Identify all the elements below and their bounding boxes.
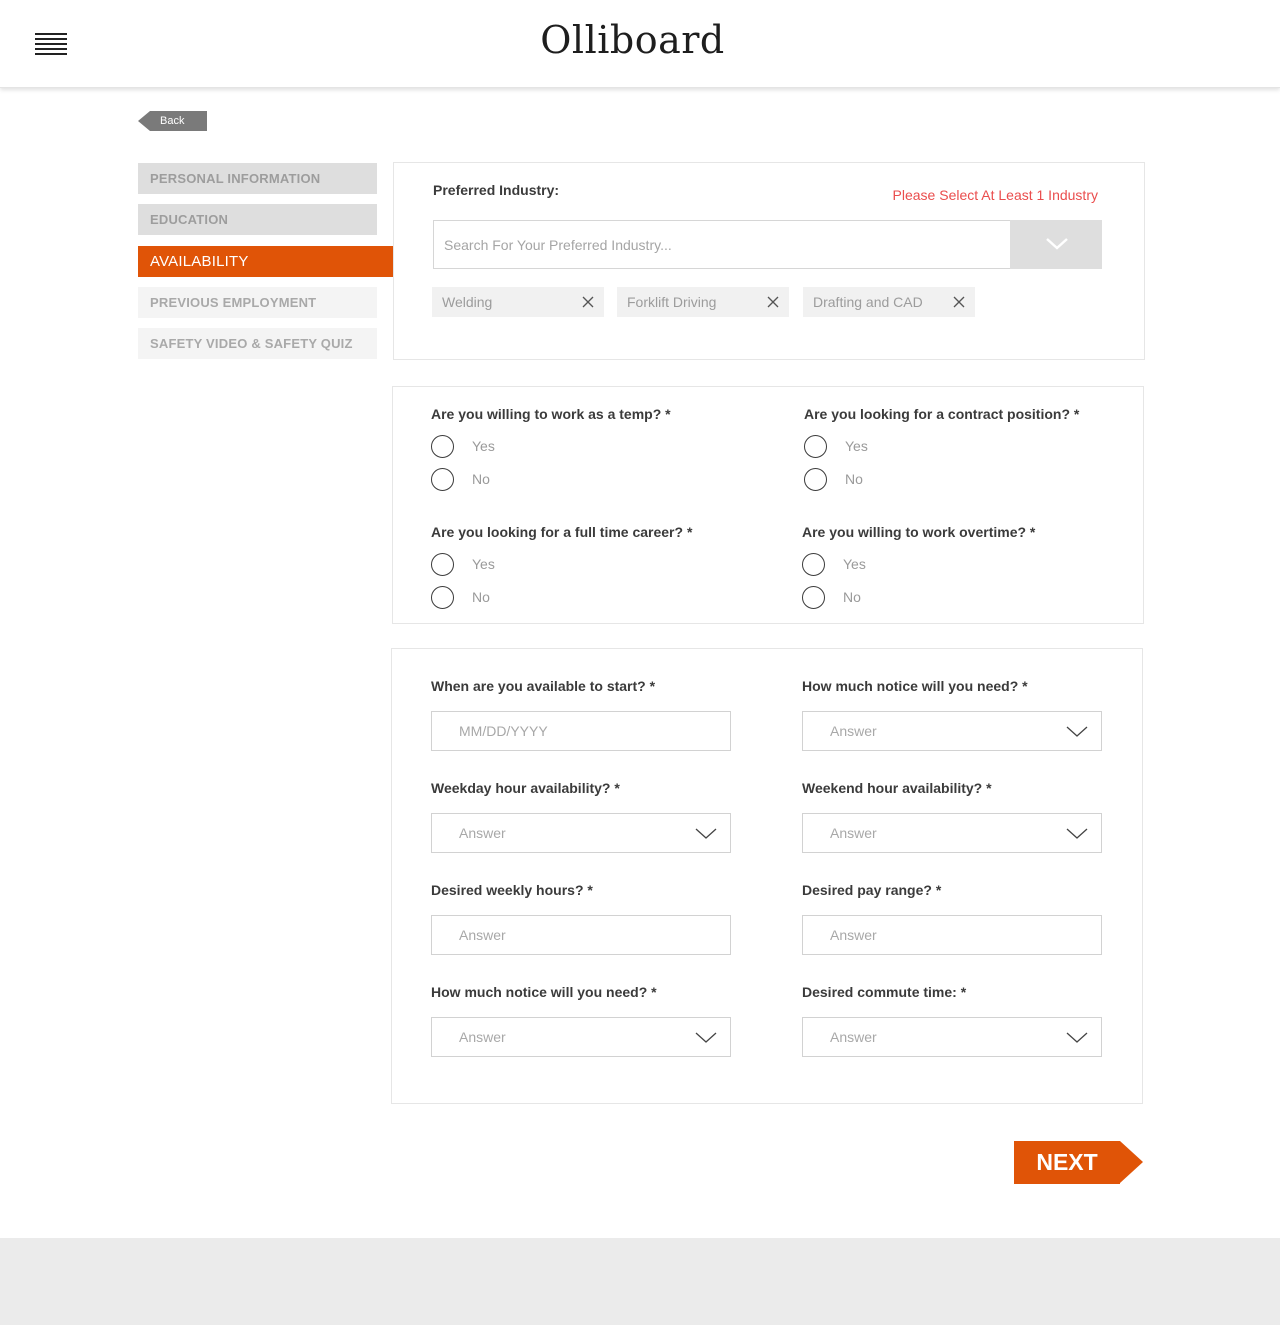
industry-tag-label: Welding	[442, 294, 493, 310]
overtime-yes-radio[interactable]: Yes	[802, 553, 902, 577]
contract-yes-radio[interactable]: Yes	[804, 435, 904, 459]
sidebar-item-personal-information[interactable]: PERSONAL INFORMATION	[138, 163, 377, 194]
next-button[interactable]: NEXT	[1014, 1141, 1143, 1184]
pay-range-field	[802, 915, 1102, 955]
radio-circle	[431, 586, 454, 609]
chevron-down-icon	[1066, 726, 1088, 737]
industry-tag: Drafting and CAD	[803, 287, 975, 317]
close-icon[interactable]	[767, 296, 779, 308]
notice-select[interactable]: Answer	[802, 711, 1102, 751]
question-overtime-label: Are you willing to work overtime? *	[802, 524, 1036, 540]
question-temp-label: Are you willing to work as a temp? *	[431, 406, 671, 422]
footer	[0, 1238, 1280, 1325]
question-contract-label: Are you looking for a contract position?…	[804, 406, 1080, 422]
industry-error: Please Select At Least 1 Industry	[892, 187, 1098, 203]
commute-select[interactable]: Answer	[802, 1017, 1102, 1057]
fulltime-no-radio[interactable]: No	[431, 586, 531, 610]
radio-label: Yes	[843, 556, 866, 572]
industry-label: Preferred Industry:	[433, 182, 560, 198]
sidebar-item-availability[interactable]: AVAILABILITY	[138, 246, 394, 277]
radio-circle	[804, 435, 827, 458]
start-date-label: When are you available to start? *	[431, 678, 656, 694]
industry-tag: Forklift Driving	[617, 287, 789, 317]
back-button-label: Back	[150, 111, 207, 131]
radio-circle	[431, 468, 454, 491]
radio-label: Yes	[472, 556, 495, 572]
weekday-hours-label: Weekday hour availability? *	[431, 780, 620, 796]
next-arrow-icon	[1120, 1141, 1143, 1183]
back-button[interactable]: Back	[138, 111, 207, 131]
chevron-down-icon	[1046, 238, 1068, 250]
weekend-hours-select[interactable]: Answer	[802, 813, 1102, 853]
pay-range-label: Desired pay range? *	[802, 882, 942, 898]
radio-label: Yes	[845, 438, 868, 454]
back-arrow-icon	[138, 111, 150, 131]
weekend-hours-label: Weekend hour availability? *	[802, 780, 992, 796]
contract-no-radio[interactable]: No	[804, 468, 904, 492]
close-icon[interactable]	[953, 296, 965, 308]
radio-circle	[431, 553, 454, 576]
radio-label: No	[843, 589, 861, 605]
sidebar-item-previous-employment[interactable]: PREVIOUS EMPLOYMENT	[138, 287, 377, 318]
sidebar-item-safety-video-quiz[interactable]: SAFETY VIDEO & SAFETY QUIZ	[138, 328, 377, 359]
radio-label: Yes	[472, 438, 495, 454]
overtime-no-radio[interactable]: No	[802, 586, 902, 610]
chevron-down-icon	[1066, 1032, 1088, 1043]
logo[interactable]: Olliboard	[0, 18, 1265, 62]
industry-search	[433, 220, 1102, 269]
chevron-down-icon	[1066, 828, 1088, 839]
select-value: Answer	[830, 723, 877, 739]
radio-circle	[802, 586, 825, 609]
close-icon[interactable]	[582, 296, 594, 308]
radio-label: No	[845, 471, 863, 487]
weekly-hours-input[interactable]	[432, 916, 730, 954]
start-date-input[interactable]	[432, 712, 730, 750]
fulltime-yes-radio[interactable]: Yes	[431, 553, 531, 577]
select-value: Answer	[830, 1029, 877, 1045]
select-value: Answer	[459, 1029, 506, 1045]
notice-select-2[interactable]: Answer	[431, 1017, 731, 1057]
weekly-hours-field	[431, 915, 731, 955]
sidebar-item-education[interactable]: EDUCATION	[138, 204, 377, 235]
pay-range-input[interactable]	[803, 916, 1101, 954]
radio-circle	[804, 468, 827, 491]
chevron-down-icon	[695, 828, 717, 839]
radio-circle	[431, 435, 454, 458]
chevron-down-icon	[695, 1032, 717, 1043]
next-button-label: NEXT	[1014, 1141, 1120, 1184]
weekly-hours-label: Desired weekly hours? *	[431, 882, 593, 898]
temp-yes-radio[interactable]: Yes	[431, 435, 531, 459]
notice-label-2: How much notice will you need? *	[431, 984, 657, 1000]
select-value: Answer	[459, 825, 506, 841]
weekday-hours-select[interactable]: Answer	[431, 813, 731, 853]
industry-tag: Welding	[432, 287, 604, 317]
industry-search-input[interactable]	[434, 221, 1011, 268]
radio-circle	[802, 553, 825, 576]
industry-tag-label: Drafting and CAD	[813, 294, 923, 310]
radio-label: No	[472, 471, 490, 487]
temp-no-radio[interactable]: No	[431, 468, 531, 492]
notice-label: How much notice will you need? *	[802, 678, 1028, 694]
header: Olliboard	[0, 0, 1280, 88]
select-value: Answer	[830, 825, 877, 841]
industry-dropdown-button[interactable]	[1010, 220, 1102, 269]
commute-label: Desired commute time: *	[802, 984, 967, 1000]
start-date-field	[431, 711, 731, 751]
question-fulltime-label: Are you looking for a full time career? …	[431, 524, 693, 540]
industry-tag-label: Forklift Driving	[627, 294, 717, 310]
radio-label: No	[472, 589, 490, 605]
